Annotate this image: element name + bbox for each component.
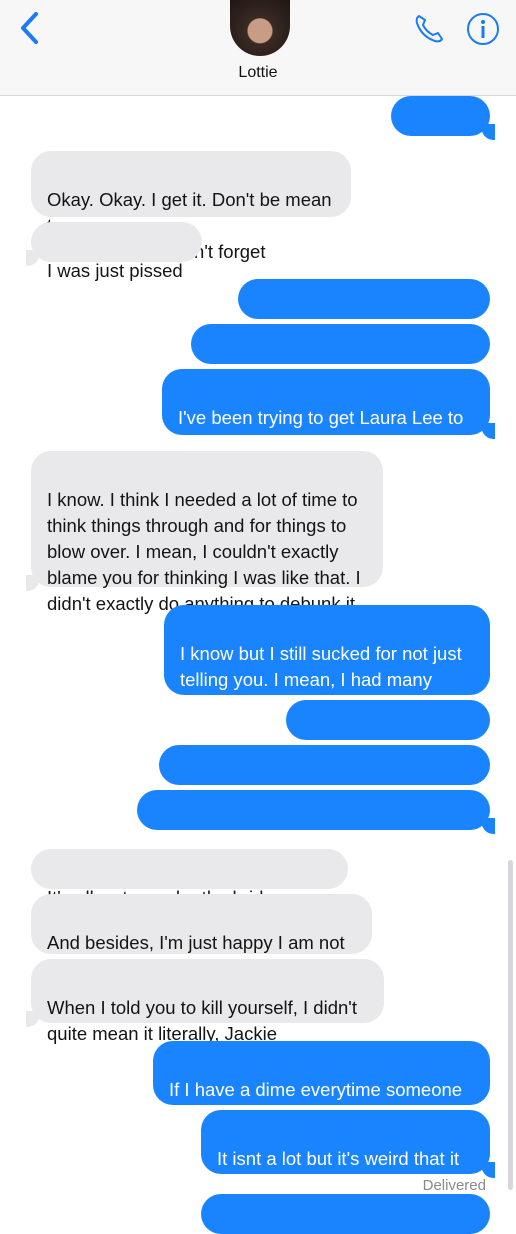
received-message[interactable]: When I told you to kill yourself, I didn…: [26, 959, 384, 1044]
received-message[interactable]: And besides, I'm just happy I am not say…: [31, 894, 372, 979]
message-text: I was just pissed: [47, 260, 183, 281]
sent-message[interactable]: And for the stuff that happened after.: [137, 790, 495, 849]
delivered-status: Delivered: [422, 1177, 486, 1194]
bubble-tail: [481, 124, 495, 140]
scrollbar[interactable]: [508, 860, 513, 1190]
message-text: When I told you to kill yourself, I didn…: [47, 997, 357, 1044]
received-message[interactable]: I know. I think I needed a lot of time t…: [26, 451, 383, 614]
message-text: Lottie...: [407, 134, 468, 155]
received-message[interactable]: It's all water under the bridge now: [31, 849, 348, 908]
received-message[interactable]: Okay. Okay. I get it. Don't be mean to t…: [31, 151, 351, 262]
chevron-left-icon[interactable]: [16, 10, 46, 46]
info-icon[interactable]: [466, 12, 500, 46]
conversation-header: Lottie: [0, 0, 516, 96]
bubble-tail: [26, 1011, 40, 1027]
sent-message[interactable]: If I have a dime everytime someone says …: [153, 1041, 490, 1126]
bubble-tail: [481, 1162, 495, 1178]
sent-message[interactable]: I am happy you're here, Lottie...: [191, 324, 490, 383]
contact-name[interactable]: Lottie: [0, 64, 516, 82]
sent-message[interactable]: It isnt a lot but it's weird that it hap…: [201, 1110, 495, 1195]
bubble-tail: [26, 250, 40, 266]
message-text: And for the stuff that happened after.: [153, 828, 453, 849]
sent-message[interactable]: I know. And i miss that: [238, 279, 490, 361]
sent-message[interactable]: Lottie...: [391, 96, 495, 155]
received-message[interactable]: I was just pissed: [26, 222, 202, 281]
bubble-tail: [481, 423, 495, 439]
sent-message[interactable]: I've been trying to get Laura Lee to spi…: [162, 369, 495, 454]
sent-message[interactable]: For lying. Even if it was by omission: [159, 745, 490, 804]
sent-message[interactable]: I know but I still sucked for not just t…: [164, 605, 490, 716]
sent-message[interactable]: I'm truly sorry, Lottie: [286, 700, 490, 759]
bubble-tail: [481, 818, 495, 834]
message-text: I've been trying to get Laura Lee to spi…: [178, 407, 464, 454]
bubble-tail: [26, 575, 40, 591]
avatar[interactable]: [230, 0, 290, 56]
message-text: I know. I think I needed a lot of time t…: [47, 489, 361, 614]
sent-message-partial[interactable]: [201, 1194, 490, 1234]
phone-icon[interactable]: [412, 12, 446, 46]
